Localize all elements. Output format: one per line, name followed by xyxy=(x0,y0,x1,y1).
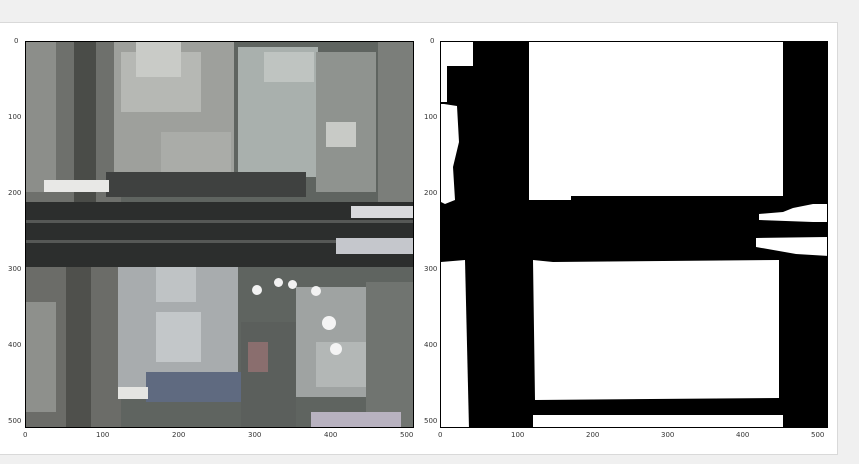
binary-mask xyxy=(441,42,827,427)
left-y-tick-label: 300 xyxy=(8,265,22,273)
right-y-tick-label: 100 xyxy=(424,113,438,121)
left-x-tick-label: 400 xyxy=(324,431,338,439)
right-y-tick-label: 500 xyxy=(424,417,438,425)
figure-canvas: 0 100 200 300 400 500 0 100 200 300 400 … xyxy=(0,22,838,455)
left-y-tick-label: 400 xyxy=(8,341,22,349)
left-y-tick-label: 200 xyxy=(8,189,22,197)
right-y-tick-label: 0 xyxy=(430,37,435,45)
left-x-tick-label: 200 xyxy=(172,431,186,439)
right-y-tick-label: 200 xyxy=(424,189,438,197)
aerial-image-panel xyxy=(25,41,414,428)
right-x-tick-label: 300 xyxy=(661,431,675,439)
right-x-tick-label: 200 xyxy=(586,431,600,439)
right-y-tick-label: 400 xyxy=(424,341,438,349)
right-x-tick-label: 0 xyxy=(438,431,443,439)
right-x-tick-label: 500 xyxy=(811,431,825,439)
left-x-tick-label: 500 xyxy=(400,431,414,439)
left-x-tick-label: 0 xyxy=(23,431,28,439)
left-x-tick-label: 300 xyxy=(248,431,262,439)
left-x-tick-label: 100 xyxy=(96,431,110,439)
right-x-tick-label: 400 xyxy=(736,431,750,439)
left-y-tick-label: 0 xyxy=(14,37,19,45)
right-x-tick-label: 100 xyxy=(511,431,525,439)
left-y-tick-label: 500 xyxy=(8,417,22,425)
right-y-tick-label: 300 xyxy=(424,265,438,273)
left-y-tick-label: 100 xyxy=(8,113,22,121)
aerial-photo xyxy=(26,42,413,427)
mask-image-panel xyxy=(440,41,828,428)
